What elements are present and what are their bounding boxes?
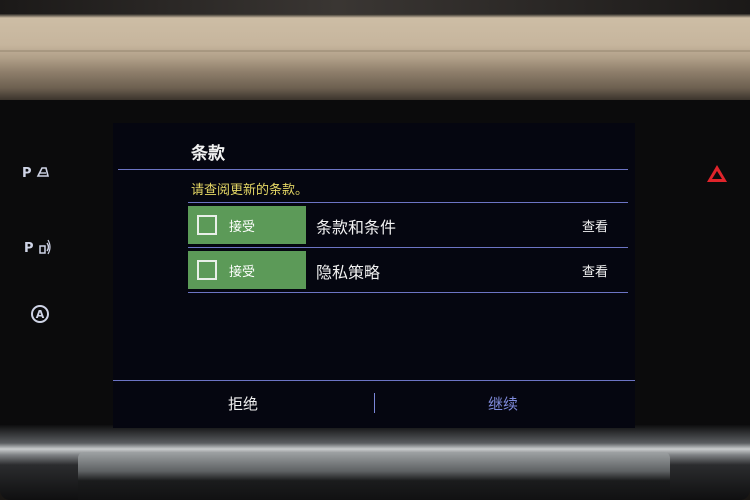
park-assist-label: P [22, 166, 32, 181]
instruction-text: 请查阅更新的条款。 [191, 183, 309, 198]
infotainment-screen: 条款 请查阅更新的条款。 接受 条款和条件 查看 接受 隐私策略 查看 拒绝 继… [113, 123, 635, 428]
park-assist-icon [36, 167, 50, 177]
hazard-icon[interactable] [707, 165, 727, 182]
view-terms-link[interactable]: 查看 [582, 216, 608, 235]
windshield-edge [0, 0, 750, 14]
row-divider [188, 292, 628, 293]
page-title: 条款 [191, 144, 225, 164]
terms-row: 接受 条款和条件 查看 [188, 203, 628, 247]
accept-privacy-checkbox[interactable] [197, 260, 217, 280]
dashboard-trim [0, 0, 750, 105]
park-assist-button[interactable]: P [22, 166, 50, 181]
decline-button[interactable]: 拒绝 [228, 393, 258, 414]
accept-privacy-label: 接受 [229, 264, 256, 280]
terms-label: 条款和条件 [316, 218, 397, 237]
lower-console-bar [78, 452, 670, 500]
park-sensor-icon [39, 239, 51, 255]
title-divider [118, 169, 628, 170]
dashboard-seam [0, 50, 750, 52]
accept-terms-checkbox[interactable] [197, 215, 217, 235]
accept-terms-button[interactable]: 接受 [188, 206, 306, 244]
footer-separator [374, 393, 375, 413]
privacy-row: 接受 隐私策略 查看 [188, 248, 628, 292]
accept-terms-label: 接受 [229, 219, 256, 235]
park-sensor-label: P [24, 241, 34, 256]
privacy-label: 隐私策略 [316, 263, 381, 282]
continue-button[interactable]: 继续 [488, 393, 518, 414]
view-privacy-link[interactable]: 查看 [582, 261, 608, 280]
footer-divider [113, 380, 635, 381]
accept-privacy-button[interactable]: 接受 [188, 251, 306, 289]
auto-stop-label: A [35, 307, 45, 321]
auto-stop-icon[interactable]: A [31, 305, 49, 323]
park-sensor-button[interactable]: P [24, 239, 52, 256]
